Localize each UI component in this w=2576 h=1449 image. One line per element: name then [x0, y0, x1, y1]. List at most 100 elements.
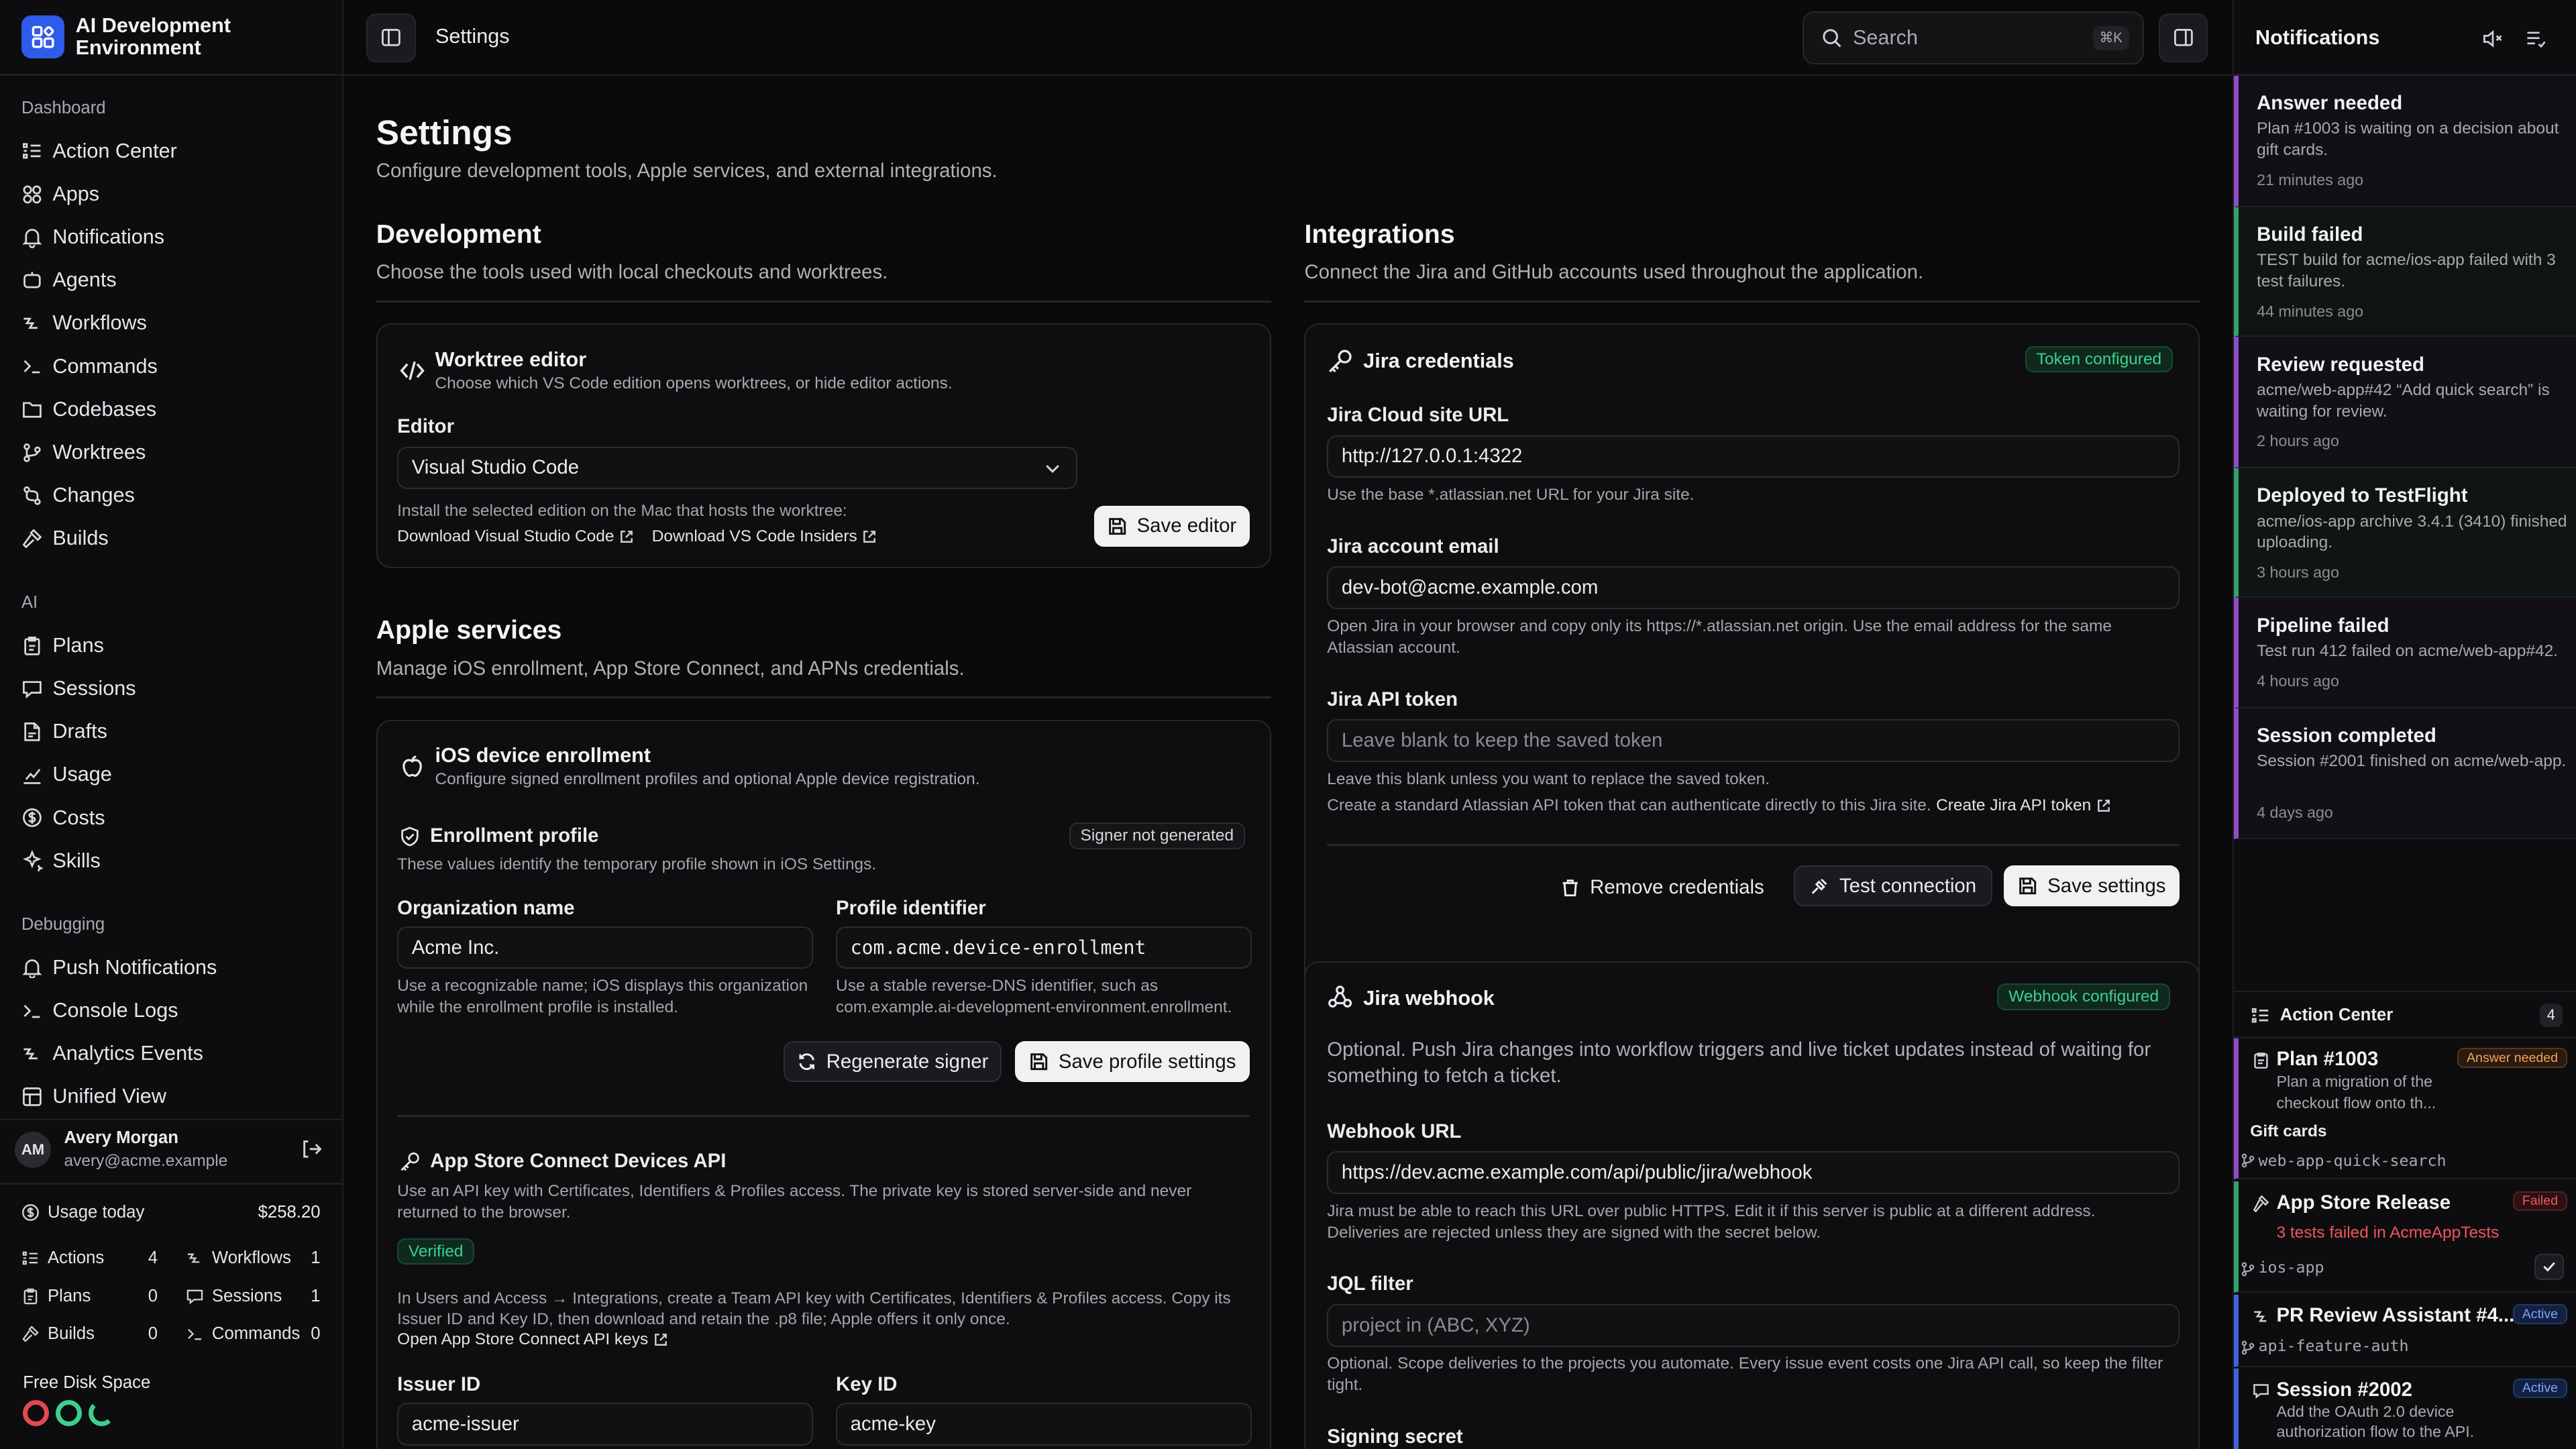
jql-input[interactable]: project in (ABC, XYZ) — [1327, 1304, 2180, 1347]
toggle-panel-button[interactable] — [2158, 13, 2208, 63]
sidebar-item-changes[interactable]: Changes — [21, 481, 135, 511]
sidebar-item-costs[interactable]: Costs — [21, 803, 105, 833]
stat-value: 1 — [311, 1286, 321, 1305]
notification-item[interactable]: Session completed Session #2001 finished … — [2234, 708, 2576, 840]
button-label: Regenerate signer — [826, 1050, 989, 1073]
sidebar-item-sessions[interactable]: Sessions — [21, 674, 136, 704]
stat-label: Builds — [48, 1324, 95, 1343]
mark-all-read-icon[interactable] — [2525, 28, 2546, 50]
save-icon — [2019, 877, 2037, 895]
brand[interactable]: AI Development Environment — [21, 15, 273, 59]
usage-value: $258.20 — [258, 1202, 321, 1222]
sidebar-item-console-logs[interactable]: Console Logs — [21, 996, 178, 1026]
sidebar-item-label: Costs — [52, 806, 105, 829]
regenerate-signer-button[interactable]: Regenerate signer — [783, 1041, 1002, 1083]
sidebar-item-usage[interactable]: Usage — [21, 760, 112, 790]
notification-item[interactable]: Build failed TEST build for acme/ios-app … — [2234, 207, 2576, 337]
action-item[interactable]: App Store Release Failed 3 tests failed … — [2234, 1181, 2576, 1293]
profile-id-input[interactable]: com.acme.device-enrollment — [836, 926, 1252, 969]
external-link-icon — [654, 1334, 667, 1346]
sidebar-item-push-notifications[interactable]: Push Notifications — [21, 953, 217, 982]
stat-label: Plans — [48, 1286, 91, 1305]
download-vscode-insiders-link[interactable]: Download VS Code Insiders — [652, 527, 877, 546]
push-icon — [22, 959, 42, 979]
stat-actions: Actions — [21, 1248, 104, 1268]
test-connection-button[interactable]: Test connection — [1793, 865, 1993, 907]
sidebar-item-agents[interactable]: Agents — [21, 266, 117, 295]
editor-select[interactable]: Visual Studio Code — [397, 446, 1078, 490]
sidebar-item-codebases[interactable]: Codebases — [21, 394, 156, 424]
webhook-url-input[interactable]: https://dev.acme.example.com/api/public/… — [1327, 1151, 2180, 1194]
action-item[interactable]: Session #2002 Active Add the OAuth 2.0 d… — [2234, 1368, 2576, 1449]
save-editor-button[interactable]: Save editor — [1093, 505, 1250, 547]
sidebar-item-action-center[interactable]: Action Center — [21, 136, 177, 166]
folder-icon — [22, 402, 42, 419]
sidebar-item-plans[interactable]: Plans — [21, 631, 104, 660]
open-asc-keys-link[interactable]: Open App Store Connect API keys — [397, 1330, 667, 1349]
sidebar-item-apps[interactable]: Apps — [21, 179, 99, 209]
jira-token-label: Jira API token — [1327, 688, 1458, 710]
usage-label: Usage today — [48, 1202, 145, 1222]
hammer-icon — [22, 529, 42, 549]
sidebar-item-builds[interactable]: Builds — [21, 524, 109, 553]
jql-label: JQL filter — [1327, 1273, 1413, 1295]
sidebar-item-analytics-events[interactable]: Analytics Events — [21, 1039, 203, 1069]
jira-token-help: Leave this blank unless you want to repl… — [1327, 769, 1770, 788]
jira-url-input[interactable]: http://127.0.0.1:4322 — [1327, 435, 2180, 478]
webhook-description: Optional. Push Jira changes into workflo… — [1327, 1038, 2151, 1087]
workflow-icon — [2254, 1311, 2267, 1322]
profile-id-label: Profile identifier — [836, 896, 986, 919]
apps-icon — [23, 185, 42, 203]
toggle-sidebar-button[interactable] — [366, 13, 416, 63]
asc-title: App Store Connect Devices API — [430, 1149, 727, 1172]
create-token-link[interactable]: Create Jira API token — [1936, 795, 2091, 816]
sidebar-item-label: Codebases — [52, 397, 157, 421]
action-status-badge: Answer needed — [2457, 1048, 2568, 1068]
divider — [376, 696, 1272, 698]
issuer-id-label: Issuer ID — [397, 1373, 481, 1395]
ios-enrollment-card: iOS device enrollment Configure signed e… — [376, 719, 1272, 1449]
plug-icon — [1811, 878, 1827, 894]
chart-icon — [23, 769, 41, 784]
search-input[interactable]: Search ⌘K — [1802, 11, 2144, 64]
notification-item[interactable]: Deployed to TestFlight acme/ios-app archi… — [2234, 468, 2576, 598]
profile-description: These values identify the temporary prof… — [397, 855, 877, 873]
action-item[interactable]: Plan #1003 Answer needed Plan a migratio… — [2234, 1038, 2576, 1180]
remove-credentials-button[interactable]: Remove credentials — [1556, 867, 1769, 908]
divider — [0, 1183, 343, 1185]
sidebar-item-commands[interactable]: Commands — [21, 352, 158, 381]
jira-token-input[interactable]: Leave blank to keep the saved token — [1327, 719, 2180, 762]
branch-icon — [2241, 1153, 2254, 1168]
notification-item[interactable]: Review requested acme/web-app#42 “Add qui… — [2234, 337, 2576, 468]
notifications-title: Notifications — [2255, 26, 2380, 50]
action-line: Add the OAuth 2.0 device — [2276, 1403, 2455, 1421]
key-id-input[interactable]: acme-key — [836, 1402, 1252, 1446]
mute-icon[interactable] — [2482, 28, 2504, 50]
sidebar-item-workflows[interactable]: Workflows — [21, 309, 147, 338]
sidebar-item-notifications[interactable]: Notifications — [21, 223, 164, 252]
link-label: Open App Store Connect API keys — [397, 1330, 649, 1349]
notification-item[interactable]: Pipeline failed Test run 412 failed on ac… — [2234, 598, 2576, 708]
issuer-id-input[interactable]: acme-issuer — [397, 1402, 813, 1446]
save-settings-button[interactable]: Save settings — [2004, 865, 2180, 907]
divider — [0, 1118, 343, 1121]
save-profile-settings-button[interactable]: Save profile settings — [1015, 1041, 1250, 1083]
download-vscode-link[interactable]: Download Visual Studio Code — [397, 527, 634, 546]
sidebar-item-worktrees[interactable]: Worktrees — [21, 437, 146, 467]
sidebar-item-unified-view[interactable]: Unified View — [21, 1082, 166, 1112]
sidebar-item-skills[interactable]: Skills — [21, 846, 101, 875]
section-subtitle-apple: Manage iOS enrollment, App Store Connect… — [376, 657, 965, 680]
acknowledge-button[interactable] — [2534, 1253, 2565, 1280]
jira-email-input[interactable]: dev-bot@acme.example.com — [1327, 566, 2180, 610]
notification-item[interactable]: Answer needed Plan #1003 is waiting on a … — [2234, 75, 2576, 207]
main-content: Settings Configure development tools, Ap… — [343, 76, 2233, 1449]
logout-icon[interactable] — [301, 1138, 322, 1160]
org-name-input[interactable]: Acme Inc. — [397, 926, 813, 969]
chat-icon — [2253, 1383, 2269, 1399]
jira-url-label: Jira Cloud site URL — [1327, 403, 1509, 426]
sidebar-item-label: Push Notifications — [52, 955, 217, 979]
list-check-icon — [22, 1251, 38, 1265]
sidebar-item-drafts[interactable]: Drafts — [21, 717, 107, 747]
action-item[interactable]: PR Review Assistant #4... Active api-fea… — [2234, 1294, 2576, 1367]
avatar[interactable]: AM — [15, 1132, 51, 1169]
